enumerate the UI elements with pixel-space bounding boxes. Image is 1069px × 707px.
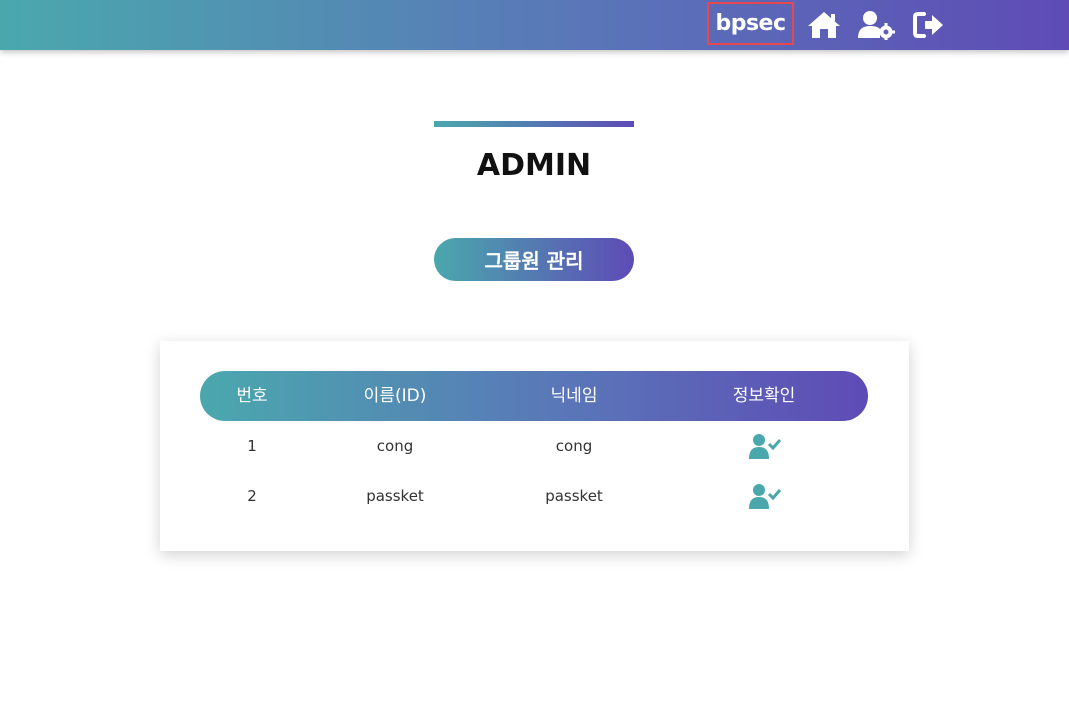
title-accent-bar	[434, 121, 634, 127]
table-row: 1 cong cong	[160, 426, 909, 466]
members-table-card: 번호 이름(ID) 닉네임 정보확인 1 cong cong 2 passket…	[160, 341, 909, 551]
table-header: 번호 이름(ID) 닉네임 정보확인	[200, 371, 868, 421]
username-label: bpsec	[715, 11, 786, 36]
cell-id: cong	[376, 437, 414, 455]
header-info-check: 정보확인	[732, 386, 796, 406]
header-number: 번호	[236, 386, 268, 406]
user-check-icon[interactable]	[749, 484, 782, 513]
home-icon[interactable]	[806, 9, 842, 41]
cell-number: 2	[247, 487, 257, 505]
user-check-icon[interactable]	[749, 434, 782, 463]
table-row: 2 passket passket	[160, 476, 909, 516]
header-name-id: 이름(ID)	[363, 386, 427, 406]
username-link[interactable]: bpsec	[707, 2, 794, 45]
logout-icon[interactable]	[913, 9, 945, 41]
cell-nickname: passket	[545, 487, 603, 505]
cell-nickname: cong	[555, 437, 593, 455]
group-management-button[interactable]: 그룹원 관리	[434, 238, 634, 281]
top-navigation-bar: bpsec	[0, 0, 1069, 50]
page-title: ADMIN	[476, 148, 592, 183]
cell-number: 1	[247, 437, 257, 455]
cell-id: passket	[366, 487, 424, 505]
header-nickname: 닉네임	[550, 386, 598, 406]
user-settings-icon[interactable]	[858, 9, 896, 41]
